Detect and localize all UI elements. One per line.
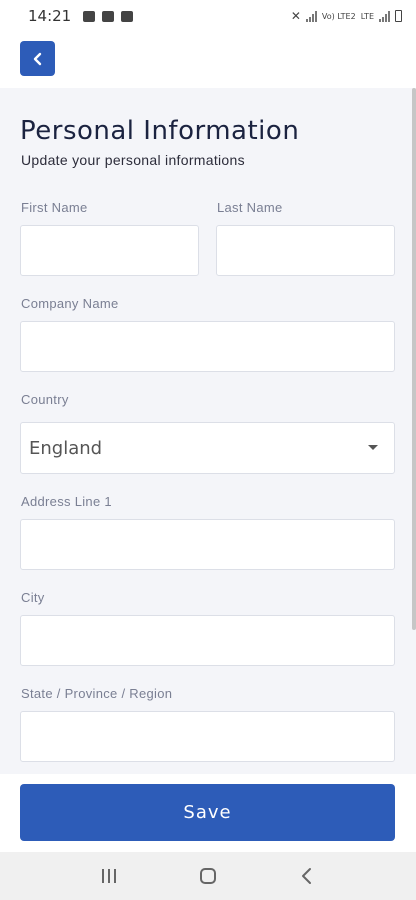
page-subtitle: Update your personal informations <box>21 152 245 168</box>
save-button[interactable]: Save <box>20 784 395 841</box>
footer: Save <box>0 774 416 852</box>
wifi-calling-icon <box>121 10 134 22</box>
signal-icon-2 <box>379 10 390 22</box>
country-value: England <box>29 437 103 459</box>
status-bar: 14:21 ✕ Vo) LTE2 LTE <box>0 0 416 32</box>
city-label: City <box>21 590 45 605</box>
page-title: Personal Information <box>20 116 300 146</box>
scrollbar[interactable] <box>412 88 416 630</box>
company-name-input[interactable] <box>20 321 395 372</box>
system-icons: ✕ Vo) LTE2 LTE <box>291 9 402 23</box>
back-button[interactable] <box>20 41 55 76</box>
address-line-1-input[interactable] <box>20 519 395 570</box>
status-time: 14:21 <box>28 7 72 25</box>
first-name-label: First Name <box>21 200 88 215</box>
notification-icons <box>83 10 134 22</box>
state-region-label: State / Province / Region <box>21 686 173 701</box>
first-name-input[interactable] <box>20 225 199 276</box>
address-line-1-label: Address Line 1 <box>21 494 112 509</box>
back-nav-icon[interactable] <box>300 867 314 885</box>
mute-icon: ✕ <box>290 9 301 23</box>
state-region-input[interactable] <box>20 711 395 762</box>
carrier-label-1: Vo) LTE2 <box>321 11 356 21</box>
carrier-label-2: LTE <box>360 11 374 21</box>
home-icon[interactable] <box>200 868 216 884</box>
check-icon <box>102 10 115 22</box>
caret-down-icon <box>368 445 378 450</box>
company-name-label: Company Name <box>21 296 119 311</box>
last-name-label: Last Name <box>217 200 283 215</box>
image-icon <box>83 10 96 22</box>
last-name-input[interactable] <box>216 225 395 276</box>
city-input[interactable] <box>20 615 395 666</box>
form-content[interactable]: Personal Information Update your persona… <box>0 88 416 774</box>
system-nav-bar <box>0 852 416 900</box>
top-header <box>0 32 416 88</box>
battery-icon <box>395 10 402 22</box>
chevron-left-icon <box>33 52 41 65</box>
country-select[interactable]: England <box>20 422 395 474</box>
country-label: Country <box>21 392 69 407</box>
signal-icon <box>305 10 317 22</box>
recent-apps-icon[interactable] <box>102 869 116 883</box>
